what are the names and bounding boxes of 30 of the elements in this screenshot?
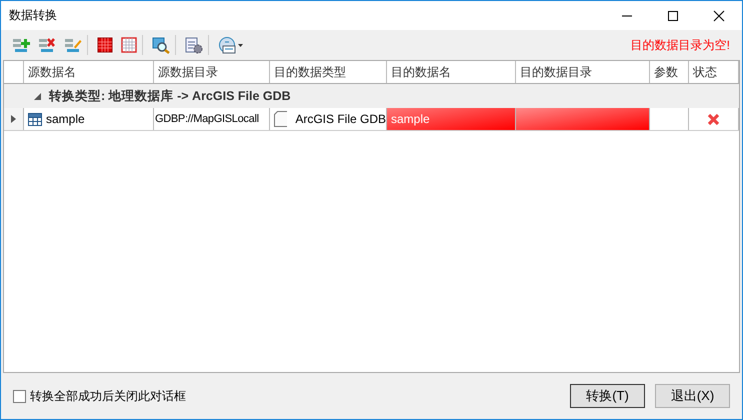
table-cell: GDBP://MapGISLocall — [154, 108, 270, 130]
column-header[interactable]: 参数 — [650, 61, 689, 83]
checkbox-label: 转换全部成功后关闭此对话框 — [30, 388, 186, 404]
input-field[interactable] — [516, 108, 650, 130]
filled-grid-icon[interactable] — [97, 37, 113, 53]
table-cell: sample — [46, 112, 85, 126]
column-header[interactable]: 源数据目录 — [154, 61, 270, 83]
row-pointer-icon — [11, 115, 16, 123]
column-header[interactable]: 目的数据名 — [387, 61, 516, 83]
dialog-button[interactable]: 转换(T) — [570, 384, 645, 408]
column-header[interactable]: 状态 — [689, 61, 739, 83]
empty-grid-icon[interactable] — [121, 37, 137, 53]
edit-layer-icon[interactable] — [64, 37, 82, 53]
dialog-button[interactable]: 退出(X) — [655, 384, 730, 408]
delete-layer-icon[interactable] — [38, 37, 56, 53]
display-menu-icon[interactable] — [218, 36, 244, 54]
group-label: 转换类型: 地理数据库 -> ArcGIS File GDB — [49, 88, 291, 104]
search-icon[interactable] — [152, 36, 170, 54]
checkbox[interactable] — [13, 390, 26, 402]
column-header[interactable]: 目的数据类型 — [270, 61, 387, 83]
document-icon — [274, 111, 288, 127]
column-header[interactable]: 源数据名 — [24, 61, 154, 83]
column-header[interactable]: 目的数据目录 — [516, 61, 650, 83]
table-cell-text: ArcGIS File GDB — [294, 112, 386, 126]
window-title: 数据转换 — [9, 7, 58, 24]
settings-icon[interactable] — [185, 36, 203, 54]
expand-arrow-icon[interactable] — [34, 92, 41, 100]
table-icon — [28, 112, 42, 126]
error-message: 目的数据目录为空! — [630, 36, 731, 54]
add-layer-icon[interactable] — [12, 37, 30, 53]
